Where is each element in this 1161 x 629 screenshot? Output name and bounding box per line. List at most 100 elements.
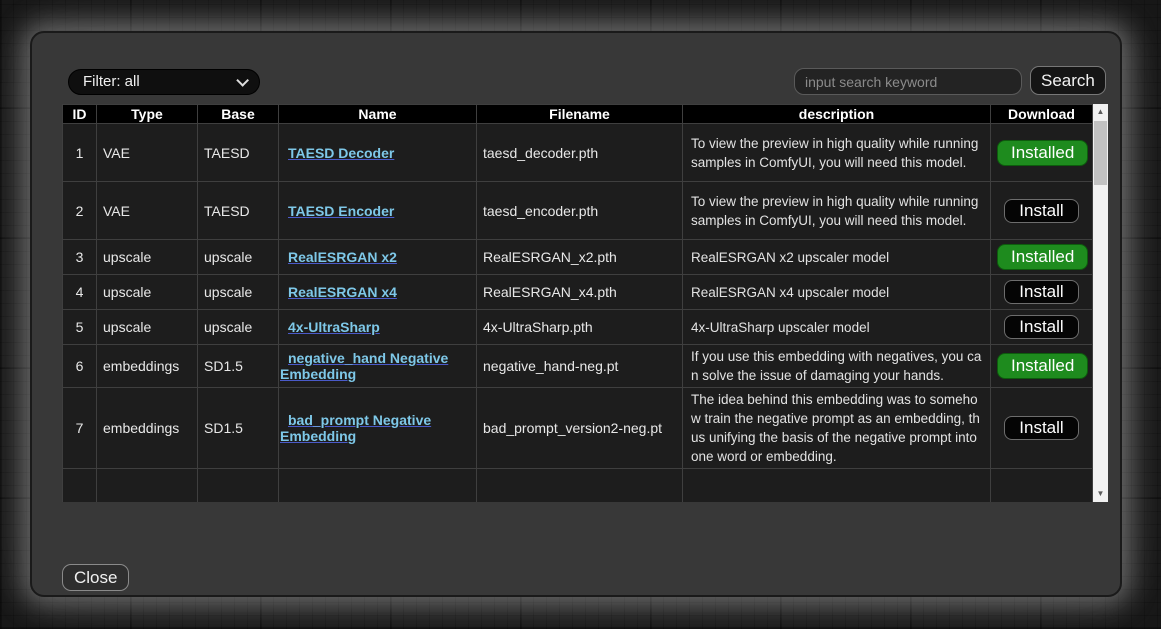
- model-name-link[interactable]: RealESRGAN x4: [288, 284, 397, 300]
- cell-filename: 4x-UltraSharp.pth: [477, 310, 683, 345]
- cell-description: The idea behind this embedding was to so…: [683, 388, 991, 469]
- column-header: Download: [991, 105, 1093, 124]
- cell-type: VAE: [97, 124, 198, 182]
- model-manager-dialog: Filter: all Search IDTypeBaseNameFilenam…: [30, 31, 1122, 597]
- scrollbar-down-arrow-icon[interactable]: ▼: [1093, 486, 1108, 502]
- cell-id: 7: [63, 388, 97, 469]
- cell-base: upscale: [198, 240, 279, 275]
- cell-download: Install: [991, 388, 1093, 469]
- cell-filename: RealESRGAN_x2.pth: [477, 240, 683, 275]
- filter-select[interactable]: Filter: all: [68, 69, 260, 95]
- cell-description: To view the preview in high quality whil…: [683, 124, 991, 182]
- cell-type: [97, 469, 198, 503]
- cell-filename: taesd_encoder.pth: [477, 182, 683, 240]
- model-name-link[interactable]: 4x-UltraSharp: [288, 319, 380, 335]
- cell-download: Installed: [991, 124, 1093, 182]
- cell-name: [279, 469, 477, 503]
- cell-download: Install: [991, 275, 1093, 310]
- install-button[interactable]: Install: [1004, 416, 1078, 440]
- install-button[interactable]: Installed: [997, 244, 1088, 270]
- cell-filename: [477, 469, 683, 503]
- cell-name: bad_prompt Negative Embedding: [279, 388, 477, 469]
- install-button[interactable]: Install: [1004, 315, 1078, 339]
- install-button[interactable]: Install: [1004, 280, 1078, 304]
- cell-base: [198, 469, 279, 503]
- cell-description: RealESRGAN x4 upscaler model: [683, 275, 991, 310]
- filter-select-label: Filter: all: [83, 70, 140, 94]
- table-body: 1 VAE TAESD TAESD Decoder taesd_decoder.…: [63, 124, 1093, 503]
- cell-base: upscale: [198, 275, 279, 310]
- cell-base: SD1.5: [198, 345, 279, 388]
- cell-type: upscale: [97, 275, 198, 310]
- cell-description: RealESRGAN x2 upscaler model: [683, 240, 991, 275]
- model-table-area: IDTypeBaseNameFilenamedescriptionDownloa…: [62, 104, 1108, 502]
- column-header: Filename: [477, 105, 683, 124]
- cell-download: [991, 469, 1093, 503]
- model-name-link[interactable]: RealESRGAN x2: [288, 249, 397, 265]
- search-button[interactable]: Search: [1030, 66, 1106, 95]
- model-table-clip: IDTypeBaseNameFilenamedescriptionDownloa…: [62, 104, 1093, 502]
- cell-name: 4x-UltraSharp: [279, 310, 477, 345]
- cell-name: RealESRGAN x4: [279, 275, 477, 310]
- model-table: IDTypeBaseNameFilenamedescriptionDownloa…: [62, 104, 1093, 502]
- cell-download: Installed: [991, 345, 1093, 388]
- cell-base: TAESD: [198, 182, 279, 240]
- model-name-link[interactable]: TAESD Decoder: [288, 145, 394, 161]
- table-row: 2 VAE TAESD TAESD Encoder taesd_encoder.…: [63, 182, 1093, 240]
- install-button[interactable]: Install: [1004, 199, 1078, 223]
- table-row: 3 upscale upscale RealESRGAN x2 RealESRG…: [63, 240, 1093, 275]
- cell-id: 5: [63, 310, 97, 345]
- table-row: 4 upscale upscale RealESRGAN x4 RealESRG…: [63, 275, 1093, 310]
- scrollbar-thumb[interactable]: [1094, 121, 1107, 185]
- cell-id: 2: [63, 182, 97, 240]
- cell-description: To view the preview in high quality whil…: [683, 182, 991, 240]
- scrollbar-up-arrow-icon[interactable]: ▲: [1093, 104, 1108, 120]
- cell-type: upscale: [97, 310, 198, 345]
- cell-filename: taesd_decoder.pth: [477, 124, 683, 182]
- model-name-link[interactable]: negative_hand Negative Embedding: [280, 350, 448, 382]
- cell-filename: bad_prompt_version2-neg.pt: [477, 388, 683, 469]
- close-button[interactable]: Close: [62, 564, 129, 591]
- cell-type: embeddings: [97, 388, 198, 469]
- column-header: Name: [279, 105, 477, 124]
- column-header: ID: [63, 105, 97, 124]
- cell-id: 1: [63, 124, 97, 182]
- column-header: Base: [198, 105, 279, 124]
- table-row: These embedding learn what disgusting co…: [63, 469, 1093, 503]
- cell-type: VAE: [97, 182, 198, 240]
- cell-id: 4: [63, 275, 97, 310]
- cell-description: If you use this embedding with negatives…: [683, 345, 991, 388]
- cell-name: negative_hand Negative Embedding: [279, 345, 477, 388]
- install-button[interactable]: Installed: [997, 140, 1088, 166]
- cell-base: upscale: [198, 310, 279, 345]
- table-header-row: IDTypeBaseNameFilenamedescriptionDownloa…: [63, 105, 1093, 124]
- table-row: 5 upscale upscale 4x-UltraSharp 4x-Ultra…: [63, 310, 1093, 345]
- cell-id: 3: [63, 240, 97, 275]
- cell-name: TAESD Decoder: [279, 124, 477, 182]
- cell-name: RealESRGAN x2: [279, 240, 477, 275]
- cell-description: These embedding learn what disgusting co…: [683, 469, 991, 503]
- column-header: description: [683, 105, 991, 124]
- cell-base: SD1.5: [198, 388, 279, 469]
- cell-filename: negative_hand-neg.pt: [477, 345, 683, 388]
- cell-type: upscale: [97, 240, 198, 275]
- table-row: 1 VAE TAESD TAESD Decoder taesd_decoder.…: [63, 124, 1093, 182]
- search-input[interactable]: [794, 68, 1022, 95]
- cell-type: embeddings: [97, 345, 198, 388]
- cell-id: 6: [63, 345, 97, 388]
- model-name-link[interactable]: TAESD Encoder: [288, 203, 394, 219]
- install-button[interactable]: Installed: [997, 353, 1088, 379]
- cell-name: TAESD Encoder: [279, 182, 477, 240]
- cell-download: Install: [991, 182, 1093, 240]
- table-scrollbar[interactable]: ▲ ▼: [1093, 104, 1108, 502]
- table-row: 6 embeddings SD1.5 negative_hand Negativ…: [63, 345, 1093, 388]
- cell-download: Installed: [991, 240, 1093, 275]
- cell-filename: RealESRGAN_x4.pth: [477, 275, 683, 310]
- model-name-link[interactable]: bad_prompt Negative Embedding: [280, 412, 431, 444]
- column-header: Type: [97, 105, 198, 124]
- chevron-down-icon: [236, 74, 249, 87]
- cell-download: Install: [991, 310, 1093, 345]
- table-row: 7 embeddings SD1.5 bad_prompt Negative E…: [63, 388, 1093, 469]
- cell-base: TAESD: [198, 124, 279, 182]
- cell-description: 4x-UltraSharp upscaler model: [683, 310, 991, 345]
